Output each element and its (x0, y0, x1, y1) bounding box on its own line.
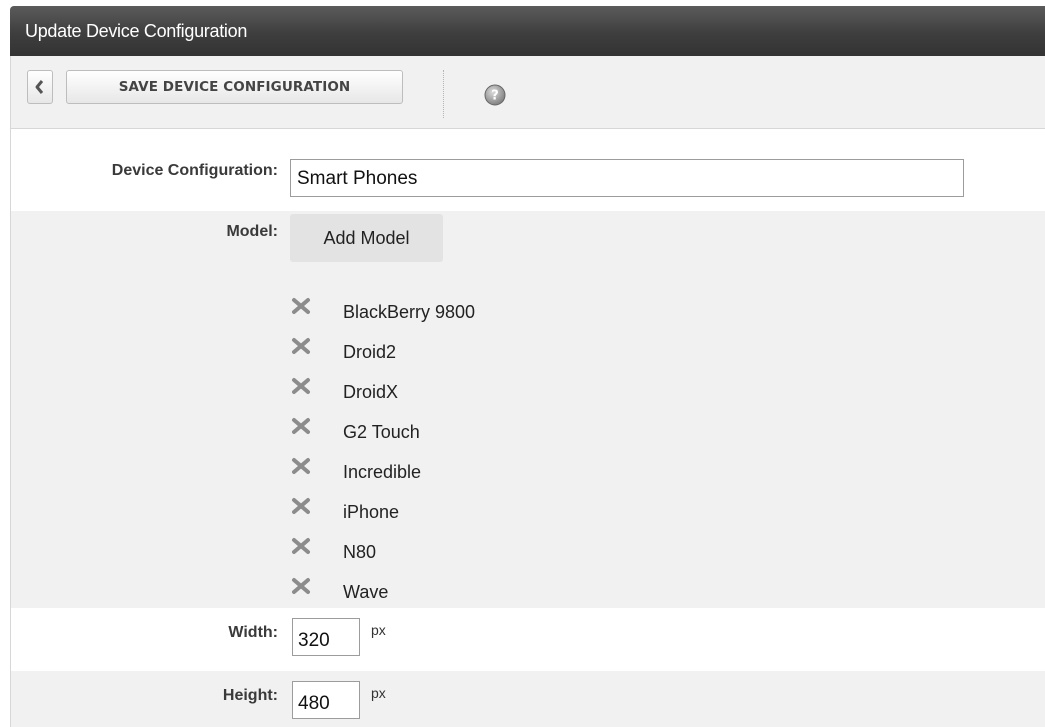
device-configuration-form: Device Configuration: Smart Phones Model… (10, 129, 1045, 727)
back-button[interactable] (27, 70, 53, 104)
width-input[interactable]: 320 (292, 618, 360, 656)
chevron-left-icon (35, 80, 44, 94)
height-input[interactable]: 480 (292, 681, 360, 719)
remove-x-icon[interactable] (291, 416, 311, 436)
list-item: iPhone (291, 496, 591, 536)
model-name: DroidX (343, 382, 399, 402)
model-name: BlackBerry 9800 (343, 302, 476, 322)
help-icon[interactable]: ? (483, 83, 507, 107)
device-configuration-input[interactable]: Smart Phones (290, 159, 964, 197)
toolbar: SAVE DEVICE CONFIGURATION ? (10, 56, 1045, 129)
remove-x-icon[interactable] (291, 576, 311, 596)
height-label: Height: (222, 687, 278, 704)
list-item: Incredible (291, 456, 591, 496)
model-name: Incredible (343, 462, 422, 482)
height-unit: px (371, 685, 386, 701)
remove-x-icon[interactable] (291, 376, 311, 396)
remove-x-icon[interactable] (291, 296, 311, 316)
save-device-configuration-button[interactable]: SAVE DEVICE CONFIGURATION (66, 70, 403, 104)
window-title: Update Device Configuration (25, 21, 248, 41)
list-item: BlackBerry 9800 (291, 296, 591, 336)
model-row: Model: Add Model BlackBerry 9800 Droid2 … (11, 211, 1045, 608)
svg-text:?: ? (491, 89, 499, 104)
list-item: G2 Touch (291, 416, 591, 456)
model-name: G2 Touch (343, 422, 420, 442)
list-item: Droid2 (291, 336, 591, 376)
height-row: Height: 480 px (11, 671, 1045, 727)
width-label: Width: (228, 624, 278, 641)
model-name: Wave (343, 582, 389, 602)
device-configuration-label: Device Configuration: (111, 162, 278, 179)
device-configuration-row: Device Configuration: Smart Phones (11, 129, 1045, 211)
title-bar: Update Device Configuration (10, 6, 1045, 56)
remove-x-icon[interactable] (291, 456, 311, 476)
list-item: DroidX (291, 376, 591, 416)
list-item: N80 (291, 536, 591, 576)
toolbar-divider (443, 70, 444, 118)
add-model-button[interactable]: Add Model (290, 214, 443, 262)
width-row: Width: 320 px (11, 608, 1045, 671)
remove-x-icon[interactable] (291, 536, 311, 556)
model-name: N80 (343, 542, 377, 562)
remove-x-icon[interactable] (291, 336, 311, 356)
remove-x-icon[interactable] (291, 496, 311, 516)
width-unit: px (371, 622, 386, 638)
model-name: iPhone (343, 502, 400, 522)
model-label: Model: (226, 223, 278, 240)
model-name: Droid2 (343, 342, 397, 362)
